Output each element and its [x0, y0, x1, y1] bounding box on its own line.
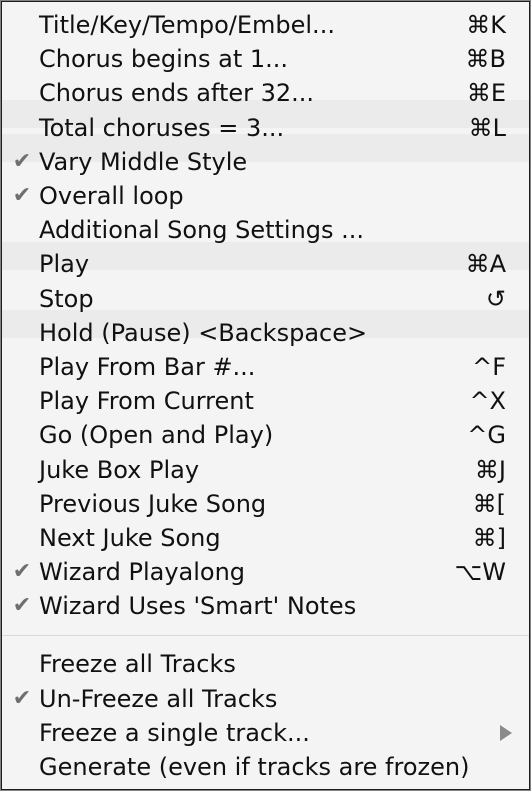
- menu-item-label: Freeze all Tracks: [39, 650, 236, 679]
- menu-item-chorus-begins-at-1[interactable]: Chorus begins at 1... ⌘B: [2, 42, 529, 76]
- checkmark-icon: ✔: [12, 148, 32, 174]
- keyboard-shortcut: ⌘K: [466, 11, 506, 40]
- menu-item-label: Freeze a single track...: [39, 718, 310, 747]
- menu-item-freeze-a-single-track[interactable]: Freeze a single track...: [2, 716, 529, 750]
- menu-item-label: Un-Freeze all Tracks: [39, 684, 278, 713]
- checkmark-icon: ✔: [12, 559, 32, 585]
- menu-item-chorus-ends-after-32[interactable]: Chorus ends after 32... ⌘E: [2, 76, 529, 110]
- menu-group-freeze: Freeze all Tracks ✔ Un-Freeze all Tracks Fr…: [2, 647, 529, 784]
- menu-item-stop[interactable]: Stop ↺: [2, 282, 529, 316]
- menu-item-go-open-and-play[interactable]: Go (Open and Play) ^G: [2, 418, 529, 452]
- menu-item-label: Additional Song Settings ...: [39, 216, 365, 245]
- menu-item-additional-song-settings[interactable]: Additional Song Settings ...: [2, 213, 529, 247]
- menu-item-label: Title/Key/Tempo/Embel...: [39, 11, 335, 40]
- menu-item-label: Chorus ends after 32...: [39, 79, 315, 108]
- menu-item-wizard-uses-smart-notes[interactable]: ✔ Wizard Uses 'Smart' Notes: [2, 589, 529, 623]
- menu-item-label: Stop: [39, 284, 94, 313]
- menu-item-play[interactable]: Play ⌘A: [2, 247, 529, 281]
- keyboard-shortcut: ⌘A: [465, 250, 506, 279]
- checkmark-icon: ✔: [12, 685, 32, 711]
- menu-item-label: Chorus begins at 1...: [39, 45, 289, 74]
- menu-item-wizard-playalong[interactable]: ✔ Wizard Playalong ⌥W: [2, 555, 529, 589]
- keyboard-shortcut: ⌘E: [466, 79, 506, 108]
- menu-group-song: Title/Key/Tempo/Embel... ⌘K Chorus begins …: [2, 8, 529, 623]
- checkmark-icon: ✔: [12, 183, 32, 209]
- menu-item-un-freeze-all-tracks[interactable]: ✔ Un-Freeze all Tracks: [2, 682, 529, 716]
- menu-item-label: Total choruses = 3...: [39, 113, 285, 142]
- menu-item-generate-even-if-tracks-are-frozen[interactable]: Generate (even if tracks are frozen): [2, 750, 529, 784]
- keyboard-shortcut: ^G: [467, 421, 506, 450]
- keyboard-shortcut: ^X: [469, 387, 506, 416]
- menu-item-hold-pause-backspace[interactable]: Hold (Pause) <Backspace>: [2, 316, 529, 350]
- menu-items: Title/Key/Tempo/Embel... ⌘K Chorus begins …: [2, 8, 529, 784]
- menu-item-label: Overall loop: [39, 182, 184, 211]
- menu-item-label: Go (Open and Play): [39, 421, 274, 450]
- menu-item-vary-middle-style[interactable]: ✔ Vary Middle Style: [2, 145, 529, 179]
- keyboard-shortcut: ⌘J: [474, 455, 506, 484]
- keyboard-shortcut: ⌘L: [468, 113, 506, 142]
- menu-item-play-from-bar[interactable]: Play From Bar #... ^F: [2, 350, 529, 384]
- menu-item-label: Juke Box Play: [39, 455, 200, 484]
- keyboard-shortcut: ↺: [485, 284, 506, 313]
- submenu-arrow-icon: [500, 724, 512, 741]
- menu-item-label: Previous Juke Song: [39, 489, 267, 518]
- menu-item-label: Play: [39, 250, 90, 279]
- keyboard-shortcut: ⌘]: [472, 523, 506, 552]
- menu-item-label: Generate (even if tracks are frozen): [39, 753, 470, 782]
- menu-item-label: Vary Middle Style: [39, 147, 248, 176]
- menu-item-label: Next Juke Song: [39, 523, 221, 552]
- menu-item-title-key-tempo-embel[interactable]: Title/Key/Tempo/Embel... ⌘K: [2, 8, 529, 42]
- checkmark-icon: ✔: [12, 593, 32, 619]
- menu-item-label: Wizard Uses 'Smart' Notes: [39, 592, 357, 621]
- menu-separator: [2, 623, 529, 647]
- menu-item-previous-juke-song[interactable]: Previous Juke Song ⌘[: [2, 487, 529, 521]
- menu-item-label: Play From Bar #...: [39, 352, 256, 381]
- menu-item-overall-loop[interactable]: ✔ Overall loop: [2, 179, 529, 213]
- menu-item-label: Hold (Pause) <Backspace>: [39, 318, 368, 347]
- menu-item-total-choruses-3[interactable]: Total choruses = 3... ⌘L: [2, 111, 529, 145]
- context-menu: Title/Key/Tempo/Embel... ⌘K Chorus begins …: [1, 1, 530, 790]
- keyboard-shortcut: ⌘[: [472, 489, 506, 518]
- keyboard-shortcut: ⌘B: [465, 45, 506, 74]
- keyboard-shortcut: ^F: [472, 352, 506, 381]
- menu-item-play-from-current[interactable]: Play From Current ^X: [2, 384, 529, 418]
- menu-item-juke-box-play[interactable]: Juke Box Play ⌘J: [2, 452, 529, 486]
- keyboard-shortcut: ⌥W: [454, 558, 506, 587]
- menu-item-freeze-all-tracks[interactable]: Freeze all Tracks: [2, 647, 529, 681]
- menu-item-label: Wizard Playalong: [39, 558, 246, 587]
- menu-item-next-juke-song[interactable]: Next Juke Song ⌘]: [2, 521, 529, 555]
- menu-item-label: Play From Current: [39, 387, 254, 416]
